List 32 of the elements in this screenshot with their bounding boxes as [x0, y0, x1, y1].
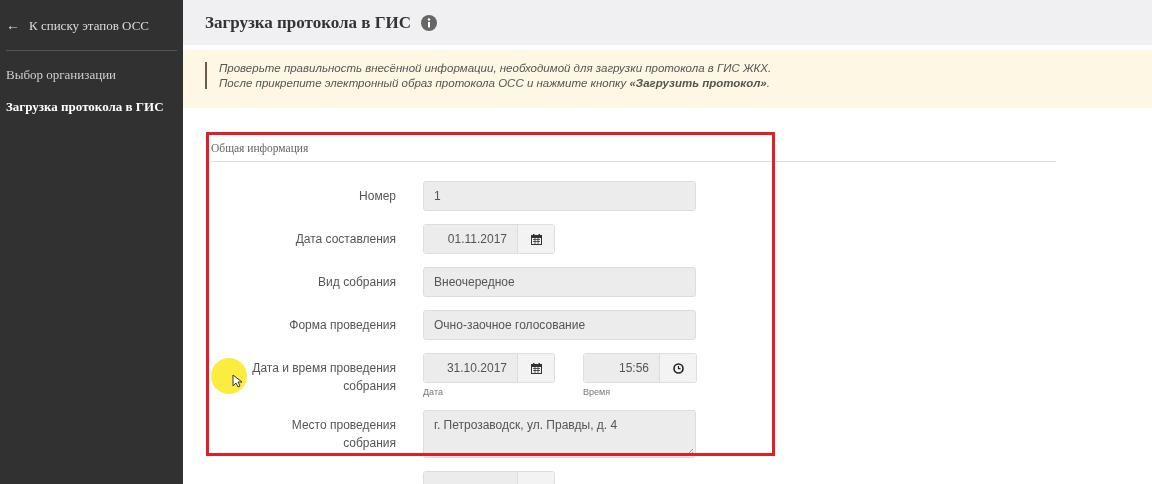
section-title: Общая информация [211, 142, 1056, 162]
field-label: Место проведения собрания [290, 417, 396, 452]
time-field[interactable]: 15:56 [583, 353, 697, 383]
field-hint: Время [583, 387, 612, 397]
date-field[interactable]: 01.11.2017 [423, 224, 555, 254]
calendar-button[interactable] [517, 225, 554, 253]
resize-handle-icon[interactable] [687, 449, 693, 455]
input-field[interactable]: Очно-заочное голосование [423, 310, 696, 340]
cursor-highlight [211, 358, 247, 394]
page-title: Загрузка протокола в ГИС [205, 12, 412, 33]
clock-button[interactable] [659, 354, 696, 382]
field-label: Форма проведения [289, 317, 396, 334]
textarea-field[interactable]: г. Петрозаводск, ул. Правды, д. 4 [423, 410, 696, 458]
date-field[interactable]: 31.10.2017 [423, 353, 555, 383]
field-hint: Дата [423, 387, 444, 397]
clock-icon [672, 362, 684, 374]
field-label: Дата и время проведения собрания [251, 360, 396, 395]
sidebar-item[interactable]: Выбор организации [6, 67, 177, 83]
input-field[interactable]: 1 [423, 181, 696, 211]
back-link[interactable]: ← К списку этапов ОСС [6, 18, 177, 51]
sidebar-item[interactable]: Загрузка протокола в ГИС [6, 99, 177, 115]
field-label: Номер [359, 188, 396, 205]
calendar-icon [530, 233, 542, 245]
input-field[interactable]: Внеочередное [423, 267, 696, 297]
calendar-icon [530, 362, 542, 374]
cursor-icon [232, 374, 242, 388]
notice-text: После прикрепите электронный образ протокола ОСС и нажмите кнопку «Загрузить протокол». [219, 77, 771, 89]
field-label: Дата составления [295, 231, 396, 248]
calendar-button[interactable] [517, 354, 554, 382]
info-icon[interactable] [421, 14, 438, 31]
notice-text: Проверьте правильность внесённой информации, необходимой для загрузки протокола в ГИС ЖКХ. [219, 62, 773, 74]
field-label: Вид собрания [318, 274, 396, 291]
